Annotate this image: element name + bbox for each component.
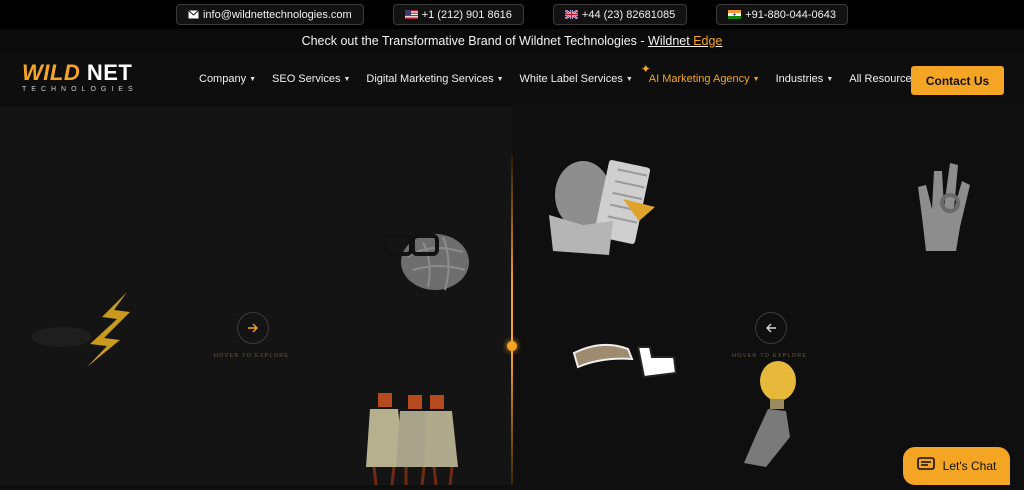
pointing-hands-art bbox=[572, 333, 680, 386]
email-link[interactable]: info@wildnettechnologies.com bbox=[175, 4, 364, 25]
phone-uk-link[interactable]: +44 (23) 82681085 bbox=[552, 4, 688, 25]
nav-seo-services[interactable]: SEO Services ▼ bbox=[272, 73, 350, 85]
logo-wild: WILD bbox=[22, 60, 81, 85]
brain-glasses-art bbox=[383, 222, 473, 307]
lightning-bolt-art bbox=[32, 292, 142, 377]
arrow-right-icon bbox=[248, 323, 258, 333]
announcement-bar: Check out the Transformative Brand of Wi… bbox=[0, 29, 1024, 53]
contact-us-button[interactable]: Contact Us bbox=[911, 66, 1004, 95]
uk-flag-icon bbox=[564, 10, 578, 19]
phone-uk-text: +44 (23) 82681085 bbox=[581, 8, 676, 21]
nav-industries[interactable]: Industries ▼ bbox=[776, 73, 834, 85]
sparkle-icon: ✦ bbox=[640, 62, 651, 76]
caret-down-icon: ▼ bbox=[625, 75, 633, 83]
link-word-wildnet: Wildnet bbox=[648, 34, 690, 48]
caret-down-icon: ▼ bbox=[496, 75, 504, 83]
wildnet-edge-link[interactable]: Wildnet Edge bbox=[648, 34, 722, 48]
phone-in-text: +91-880-044-0643 bbox=[745, 8, 837, 21]
arrow-left-icon bbox=[766, 323, 776, 333]
india-flag-icon bbox=[728, 10, 742, 19]
phone-us-text: +1 (212) 901 8616 bbox=[421, 8, 512, 21]
caret-down-icon: ▼ bbox=[826, 75, 834, 83]
wildnet-logo[interactable]: WILD NET TECHNOLOGIES bbox=[22, 62, 158, 100]
nav-white-label[interactable]: White Label Services ▼ bbox=[520, 73, 633, 85]
ok-hand-art bbox=[916, 157, 972, 258]
site-header: WILD NET TECHNOLOGIES Company ▼ SEO Servi… bbox=[0, 53, 1024, 107]
us-flag-icon bbox=[404, 10, 418, 19]
hero-section: HOVER TO EXPLORE HOVER TO EXPLORE bbox=[0, 107, 1024, 486]
nav-ai-marketing[interactable]: ✦ AI Marketing Agency ▼ bbox=[641, 62, 760, 85]
figures-group-art bbox=[348, 387, 468, 490]
hero-divider-handle[interactable] bbox=[507, 341, 517, 351]
nav-company-label: Company bbox=[199, 73, 247, 85]
top-contact-bar: info@wildnettechnologies.com +1 (212) 90… bbox=[0, 0, 1024, 29]
logo-tagline: TECHNOLOGIES bbox=[22, 86, 138, 93]
phone-in-link[interactable]: +91-880-044-0643 bbox=[716, 4, 849, 25]
explore-left-button[interactable] bbox=[755, 312, 787, 344]
main-nav: Company ▼ SEO Services ▼ Digital Marketing… bbox=[199, 62, 927, 85]
hero-divider-line bbox=[511, 154, 513, 485]
envelope-icon bbox=[188, 10, 199, 19]
nav-white-label-label: White Label Services bbox=[519, 73, 623, 85]
caret-down-icon: ▼ bbox=[249, 75, 257, 83]
hover-to-explore-left: HOVER TO EXPLORE bbox=[214, 353, 290, 359]
email-text: info@wildnettechnologies.com bbox=[202, 8, 352, 21]
lightbulb-hand-art bbox=[740, 359, 800, 472]
nav-ai-marketing-label: AI Marketing Agency bbox=[648, 73, 750, 85]
caret-down-icon: ▼ bbox=[752, 75, 760, 83]
nav-digital-marketing-label: Digital Marketing Services bbox=[366, 73, 494, 85]
logo-net: NET bbox=[86, 60, 133, 85]
nav-all-resources-label: All Resources bbox=[849, 73, 918, 85]
statue-keyboard-art bbox=[543, 155, 663, 270]
lets-chat-button[interactable]: Let's Chat bbox=[903, 447, 1010, 485]
nav-seo-label: SEO Services bbox=[272, 73, 341, 85]
nav-industries-label: Industries bbox=[775, 73, 824, 85]
lets-chat-label: Let's Chat bbox=[942, 459, 997, 473]
explore-right-button[interactable] bbox=[237, 312, 269, 344]
phone-us-link[interactable]: +1 (212) 901 8616 bbox=[392, 4, 524, 25]
nav-digital-marketing[interactable]: Digital Marketing Services ▼ bbox=[366, 73, 503, 85]
nav-company[interactable]: Company ▼ bbox=[199, 73, 256, 85]
announcement-text: Check out the Transformative Brand of Wi… bbox=[301, 34, 649, 48]
link-word-edge: Edge bbox=[693, 34, 723, 48]
chat-bubble-icon bbox=[916, 457, 935, 475]
caret-down-icon: ▼ bbox=[343, 75, 351, 83]
